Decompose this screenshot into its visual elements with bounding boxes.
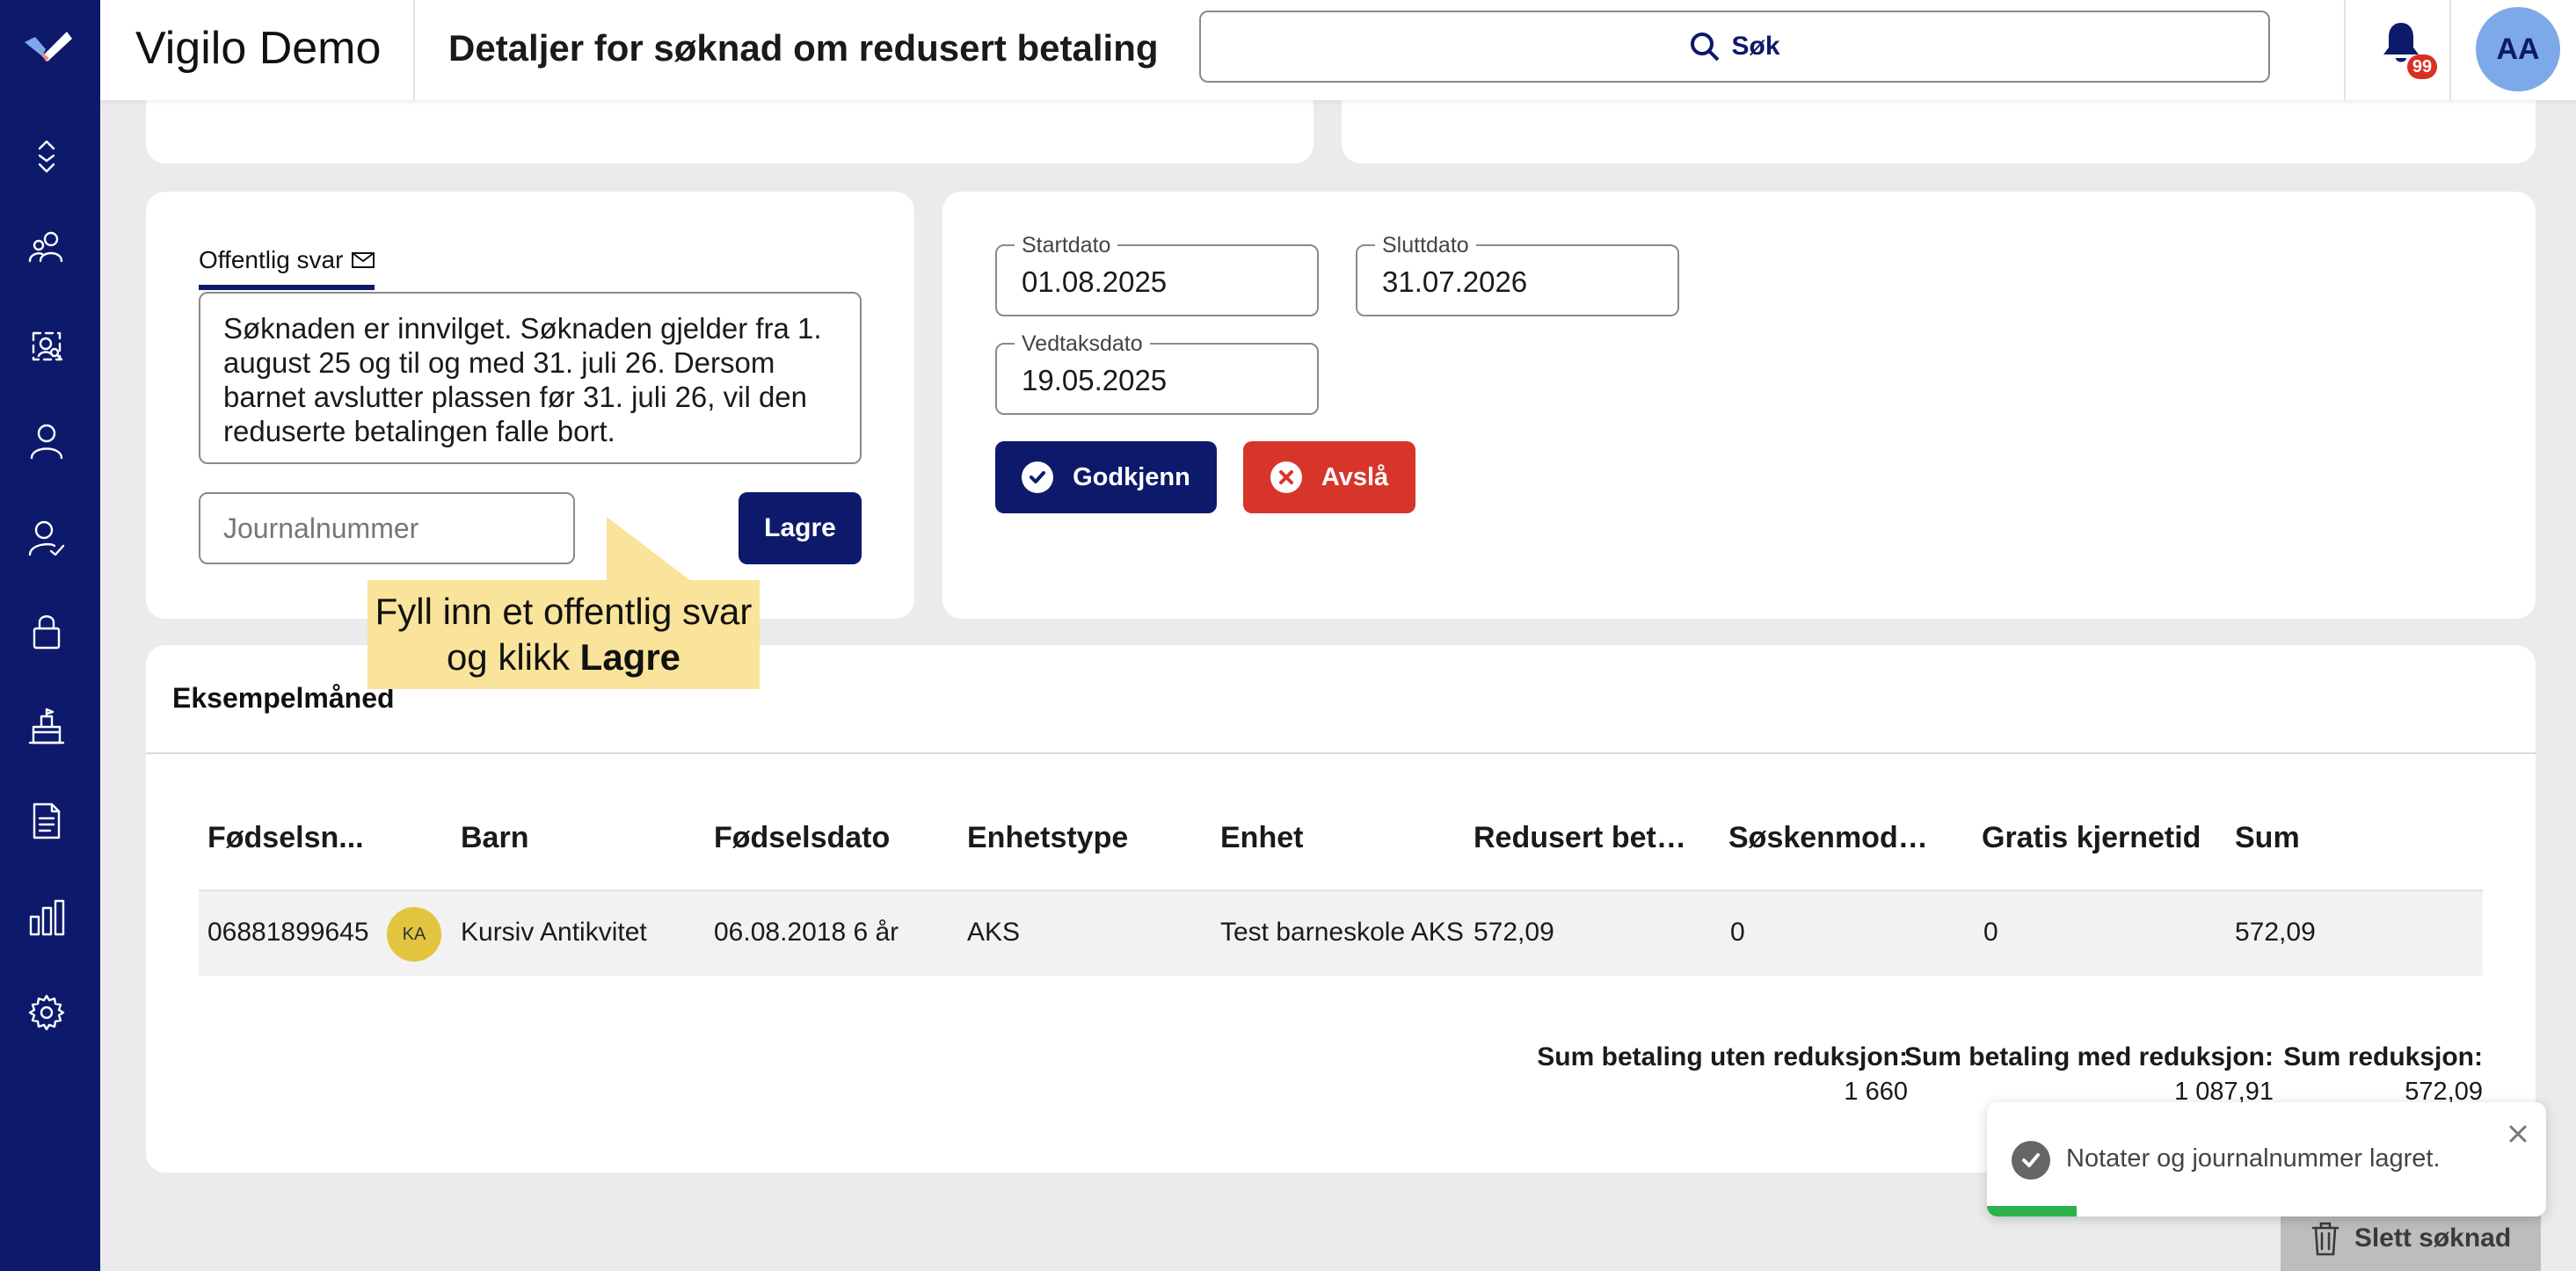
expand-collapse-icon[interactable]	[24, 134, 69, 179]
end-date-field[interactable]: Sluttdato 31.07.2026	[1356, 233, 1679, 316]
bar-chart-icon[interactable]	[24, 895, 69, 941]
column-header[interactable]: Søskenmoder...	[1728, 821, 1939, 855]
toast-message: Notater og journalnummer lagret.	[2066, 1144, 2441, 1173]
notification-count-badge: 99	[2407, 54, 2437, 79]
document-icon[interactable]	[24, 798, 69, 844]
lock-icon[interactable]	[24, 608, 69, 654]
unit-type-cell: AKS	[967, 918, 1021, 947]
trash-icon	[2311, 1222, 2340, 1256]
unit-cell: Test barneskole AKS	[1220, 918, 1464, 947]
divider	[146, 752, 2536, 754]
sidebar-nav	[0, 0, 100, 1271]
dates-card: Startdato 01.08.2025 Sluttdato 31.07.202…	[942, 192, 2536, 619]
settings-icon[interactable]	[24, 990, 69, 1035]
app-name[interactable]: Vigilo Demo	[135, 0, 381, 100]
page-title: Detaljer for søknad om redusert betaling	[448, 27, 1159, 69]
reduced-payment-cell: 572,09	[1474, 918, 1554, 947]
approve-label: Godkjenn	[1073, 462, 1190, 491]
column-header[interactable]: Enhetstype	[967, 821, 1204, 855]
total-reduction-label: Sum reduksjon:	[2283, 1042, 2483, 1071]
check-circle-icon	[1022, 461, 1054, 493]
top-bar: Vigilo Demo Detaljer for søknad om redus…	[100, 0, 2576, 100]
sibling-discount-cell: 0	[1730, 918, 1745, 947]
birth-date-cell: 06.08.2018 6 år	[714, 918, 899, 947]
total-without-reduction-value: 1 660	[1844, 1078, 1908, 1106]
column-header[interactable]: Sum	[2235, 821, 2411, 855]
free-core-time-cell: 0	[1983, 918, 1998, 947]
column-header[interactable]: Enhet	[1220, 821, 1458, 855]
section-title: Eksempelmåned	[172, 682, 395, 714]
toast-notification: Notater og journalnummer lagret.	[1987, 1102, 2546, 1217]
toast-progress-bar	[1987, 1206, 2077, 1217]
decision-date-value: 19.05.2025	[1022, 364, 1168, 396]
save-button[interactable]: Lagre	[739, 492, 862, 564]
decision-date-field[interactable]: Vedtaksdato 19.05.2025	[995, 331, 1319, 415]
total-with-reduction-label: Sum betaling med reduksjon:	[1903, 1042, 2274, 1071]
divider	[2344, 0, 2346, 100]
column-header[interactable]: Barn	[461, 821, 672, 855]
child-name-cell[interactable]: Kursiv Antikvitet	[461, 918, 647, 948]
end-date-label: Sluttdato	[1375, 233, 1476, 258]
example-month-card: Eksempelmåned Fødselsn... Barn Fødselsda…	[146, 645, 2536, 1173]
users-icon[interactable]	[24, 225, 69, 271]
notifications-button[interactable]: 99	[2381, 21, 2439, 79]
close-icon[interactable]	[2507, 1123, 2534, 1150]
sum-cell: 572,09	[2235, 918, 2316, 947]
birth-number-cell: 06881899645	[207, 918, 369, 947]
total-without-reduction-label: Sum betaling uten reduksjon:	[1537, 1042, 1908, 1071]
tooltip-emphasis: Lagre	[579, 636, 681, 678]
column-header[interactable]: Fødselsn...	[207, 821, 375, 855]
institution-icon[interactable]	[24, 703, 69, 749]
start-date-label: Startdato	[1015, 233, 1118, 258]
search-icon	[1691, 33, 1720, 62]
column-header[interactable]: Redusert beta...	[1474, 821, 1693, 855]
public-reply-textarea[interactable]: Søknaden er innvilget. Søknaden gjelder …	[199, 292, 862, 464]
decision-date-label: Vedtaksdato	[1015, 331, 1150, 357]
divider	[413, 0, 415, 100]
delete-label: Slett søknad	[2354, 1224, 2512, 1253]
vigilo-logo-icon[interactable]	[23, 26, 74, 67]
person-check-icon[interactable]	[24, 515, 69, 561]
approve-button[interactable]: Godkjenn	[995, 441, 1217, 513]
tooltip-callout: Fyll inn et offentlig svar og klikk Lagr…	[367, 580, 760, 689]
search-label: Søk	[1731, 32, 1780, 61]
start-date-field[interactable]: Startdato 01.08.2025	[995, 233, 1319, 316]
tab-label: Offentlig svar	[199, 246, 344, 273]
end-date-value: 31.07.2026	[1382, 265, 1528, 298]
check-circle-icon	[2012, 1141, 2050, 1180]
user-search-icon[interactable]	[24, 323, 69, 369]
column-header[interactable]: Fødselsdato	[714, 821, 951, 855]
tooltip-text: Fyll inn et offentlig svar og klikk	[375, 591, 753, 678]
search-input[interactable]: Søk	[1199, 11, 2270, 83]
reject-label: Avslå	[1321, 462, 1389, 491]
divider	[2449, 0, 2451, 100]
public-reply-card: Offentlig svar Søknaden er innvilget. Sø…	[146, 192, 914, 619]
user-avatar[interactable]: AA	[2476, 7, 2560, 91]
reject-button[interactable]: Avslå	[1243, 441, 1415, 513]
close-circle-icon	[1270, 461, 1302, 493]
start-date-value: 01.08.2025	[1022, 265, 1168, 298]
tab-public-reply[interactable]: Offentlig svar	[199, 246, 375, 290]
child-avatar: KA	[387, 907, 441, 962]
person-icon[interactable]	[24, 418, 69, 464]
journal-number-input[interactable]	[199, 492, 575, 564]
column-header[interactable]: Gratis kjernetid	[1982, 821, 2219, 855]
envelope-icon	[352, 252, 375, 268]
